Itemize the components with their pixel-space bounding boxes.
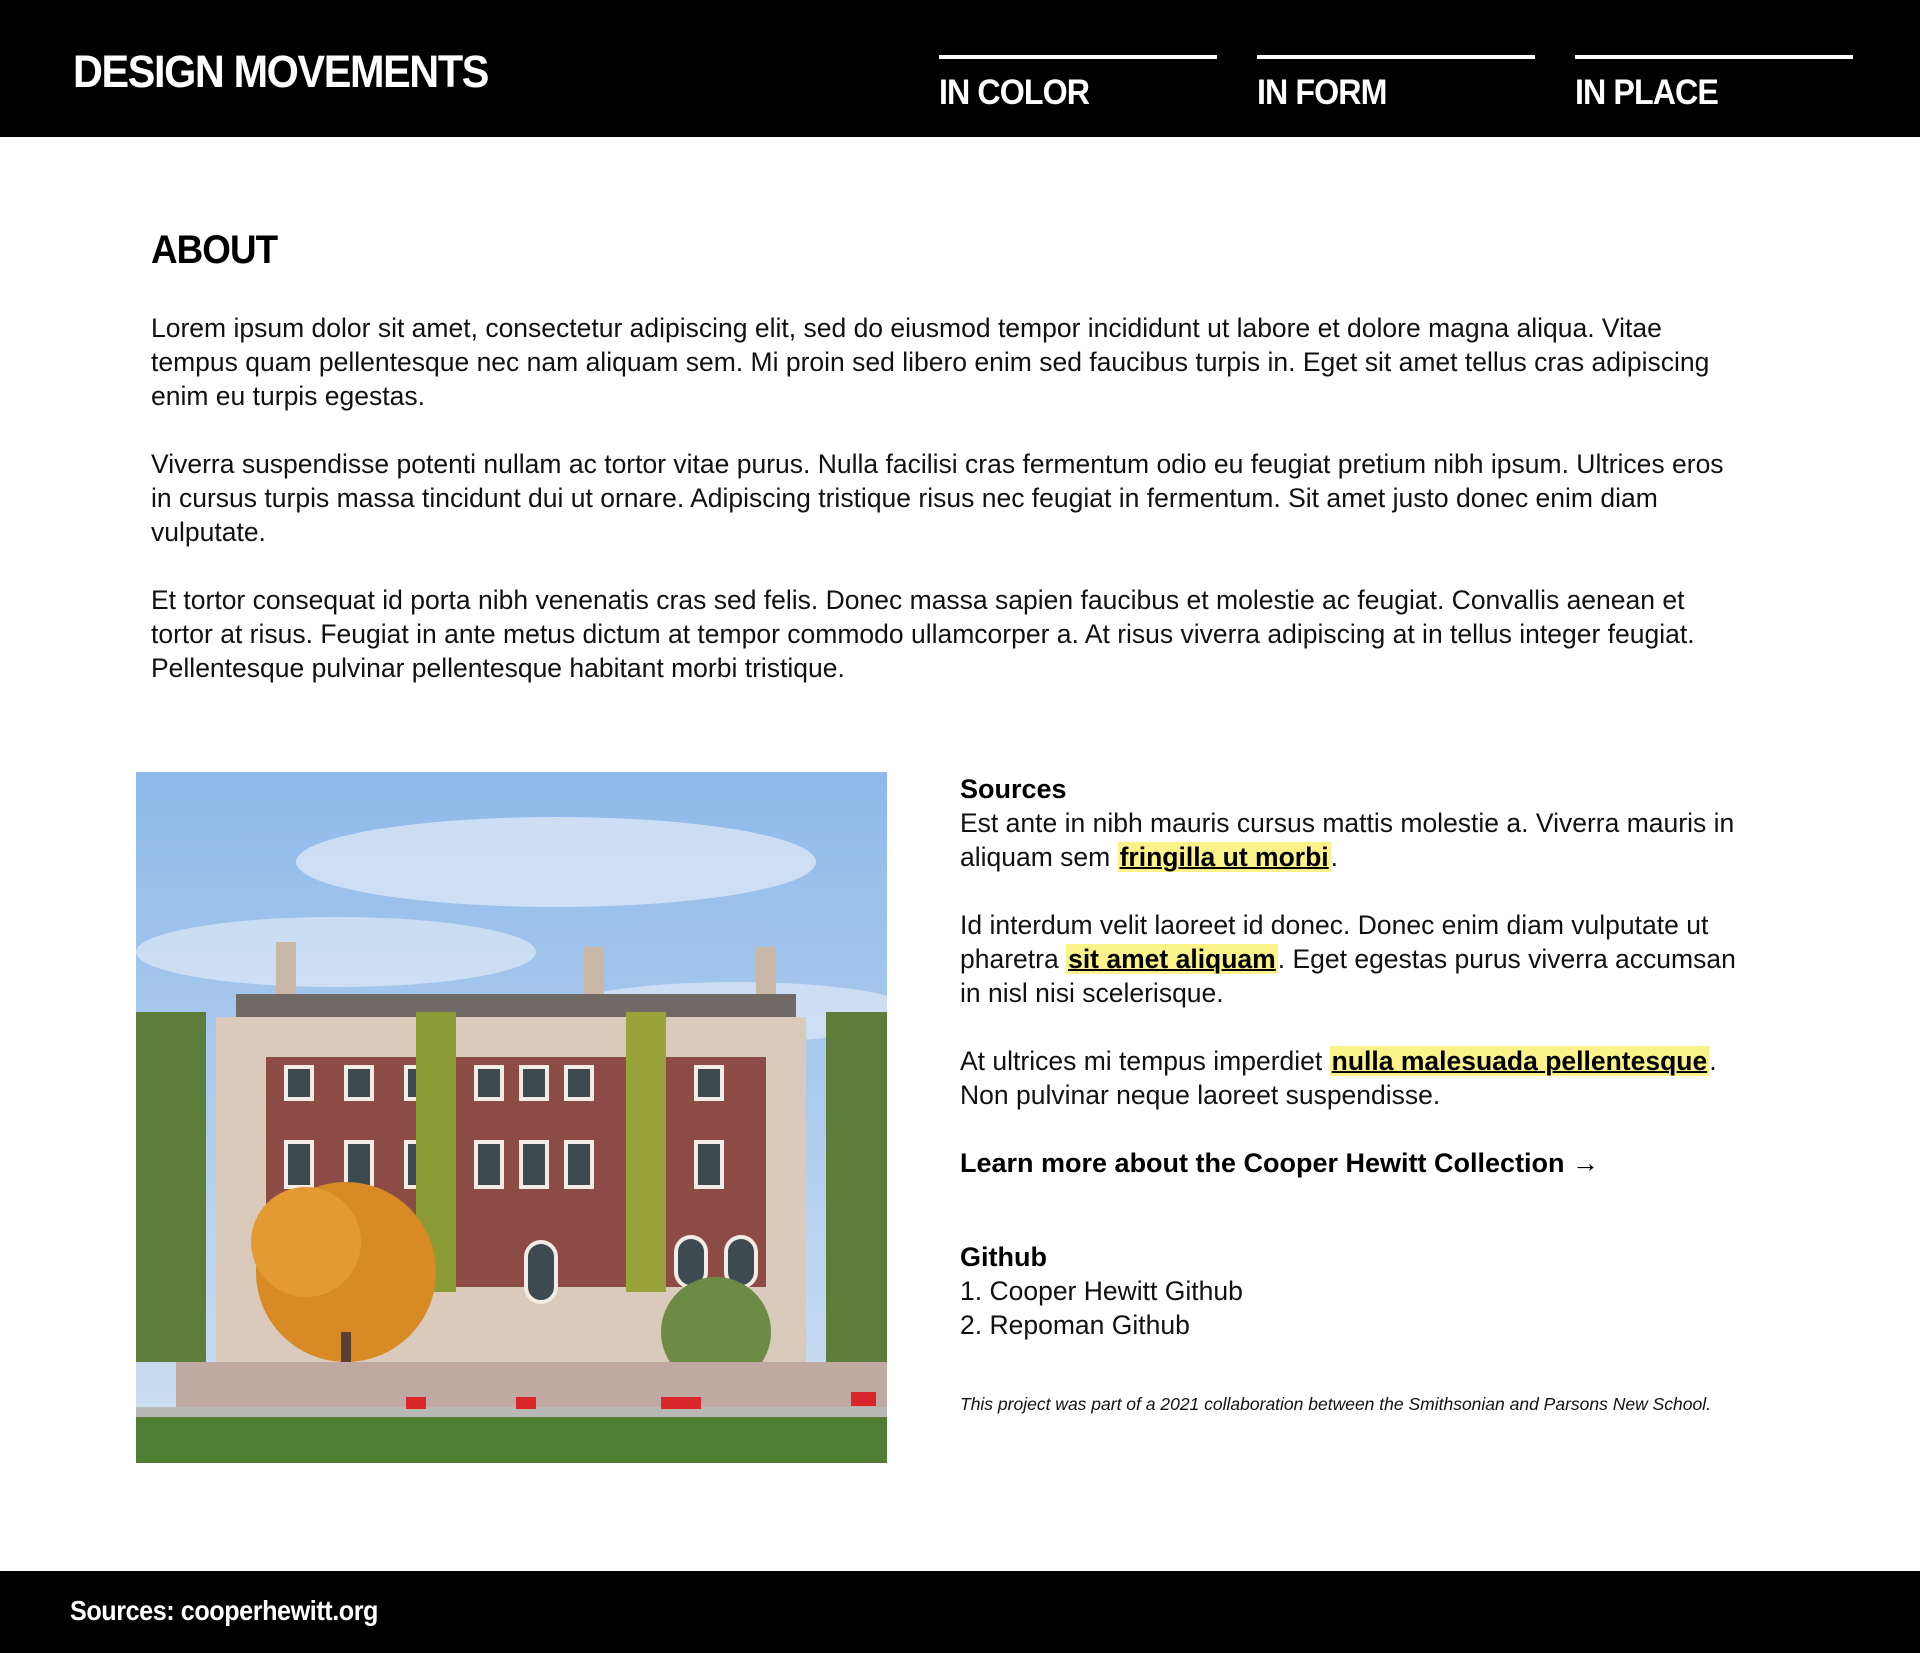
site-title[interactable]: DESIGN MOVEMENTS [73, 46, 489, 98]
github-link-repoman[interactable]: 2. Repoman Github [960, 1308, 1760, 1342]
nav-in-place[interactable]: IN PLACE [1575, 55, 1853, 115]
sources-column: Sources Est ante in nibh mauris cursus m… [960, 772, 1760, 1416]
about-paragraph: Lorem ipsum dolor sit amet, consectetur … [151, 313, 1710, 411]
about-paragraph: Viverra suspendisse potenti nullam ac to… [151, 449, 1724, 547]
collaboration-note: This project was part of a 2021 collabor… [960, 1394, 1711, 1414]
nav-label[interactable]: IN FORM [1257, 73, 1387, 113]
nav-label[interactable]: IN PLACE [1575, 73, 1719, 113]
about-paragraph: Et tortor consequat id porta nibh venena… [151, 585, 1695, 683]
sources-paragraph: Est ante in nibh mauris cursus mattis mo… [960, 806, 1760, 874]
sources-paragraph: Id interdum velit laoreet id donec. Done… [960, 908, 1760, 1010]
site-header: DESIGN MOVEMENTS IN COLOR IN FORM IN PLA… [0, 0, 1920, 137]
footer-sources[interactable]: Sources: cooperhewitt.org [70, 1595, 378, 1627]
sources-text: At ultrices mi tempus imperdiet [960, 1046, 1330, 1076]
source-link-sit-amet[interactable]: sit amet aliquam [1066, 944, 1278, 974]
sources-heading: Sources [960, 774, 1067, 804]
source-link-nulla[interactable]: nulla malesuada pellentesque [1329, 1046, 1710, 1076]
sources-paragraph: At ultrices mi tempus imperdiet nulla ma… [960, 1044, 1760, 1112]
github-section: Github 1. Cooper Hewitt Github 2. Repoma… [960, 1240, 1760, 1342]
github-heading: Github [960, 1242, 1047, 1272]
sources-text: . [1330, 842, 1339, 872]
github-link-cooper-hewitt[interactable]: 1. Cooper Hewitt Github [960, 1274, 1760, 1308]
about-text: Lorem ipsum dolor sit amet, consectetur … [151, 311, 1751, 719]
learn-more-link[interactable]: Learn more about the Cooper Hewitt Colle… [960, 1146, 1599, 1180]
nav-label[interactable]: IN COLOR [939, 73, 1090, 113]
sources-text: Est ante in nibh mauris cursus mattis mo… [960, 808, 1735, 872]
about-heading: ABOUT [151, 228, 278, 272]
cooper-hewitt-building-photo [136, 772, 887, 1463]
source-link-fringilla[interactable]: fringilla ut morbi [1117, 842, 1331, 872]
github-list: 1. Cooper Hewitt Github 2. Repoman Githu… [960, 1274, 1760, 1342]
nav-in-form[interactable]: IN FORM [1257, 55, 1535, 115]
nav-in-color[interactable]: IN COLOR [939, 55, 1217, 115]
site-footer: Sources: cooperhewitt.org [0, 1571, 1920, 1653]
